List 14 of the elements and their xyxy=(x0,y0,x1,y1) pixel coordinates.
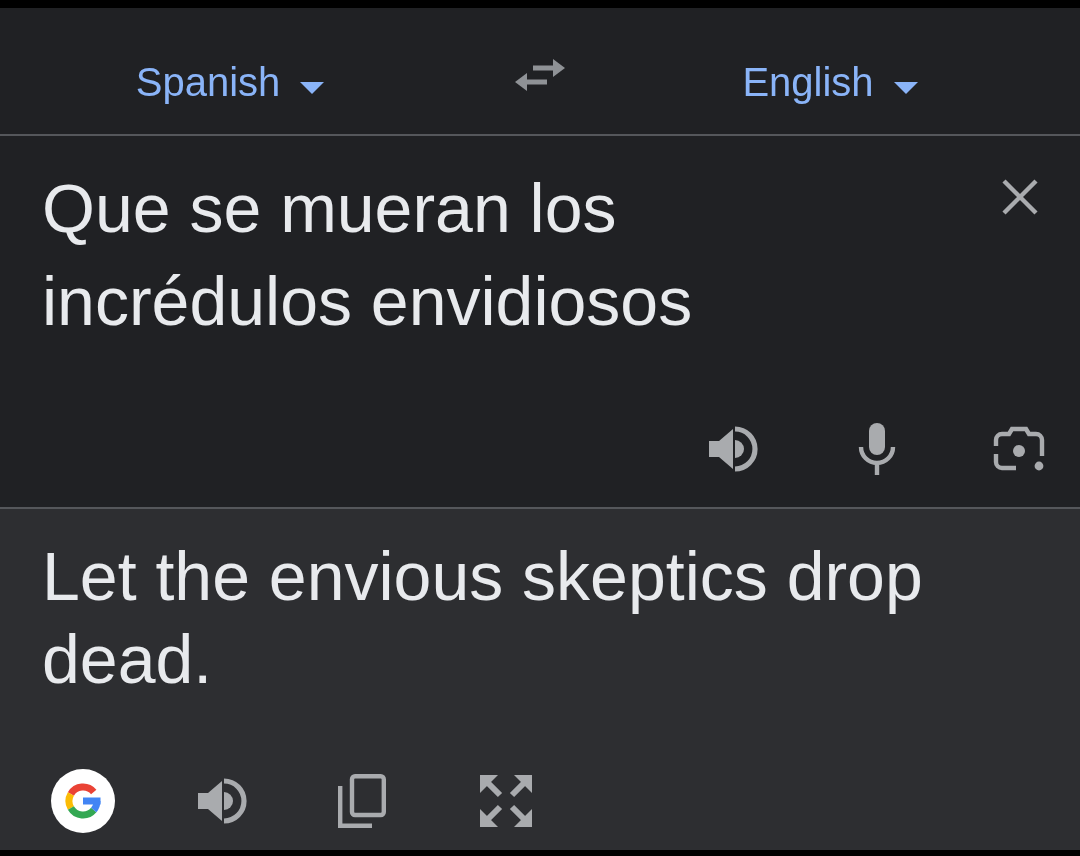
close-icon[interactable] xyxy=(1000,177,1040,217)
microphone-icon[interactable] xyxy=(857,423,897,475)
speaker-icon[interactable] xyxy=(196,776,248,826)
speaker-icon[interactable] xyxy=(707,424,759,474)
swap-icon[interactable] xyxy=(515,58,565,92)
translation-text: Let the envious skeptics drop dead. xyxy=(42,537,924,699)
copy-icon[interactable] xyxy=(338,774,386,828)
caret-icon xyxy=(300,82,325,94)
camera-icon[interactable] xyxy=(992,426,1046,472)
language-dropdown[interactable]: Spanish xyxy=(135,58,325,106)
g-logo-icon[interactable] xyxy=(51,769,115,833)
caret-icon xyxy=(893,82,918,94)
language-dropdown[interactable]: English xyxy=(742,58,918,106)
fullscreen-icon[interactable] xyxy=(480,775,532,827)
